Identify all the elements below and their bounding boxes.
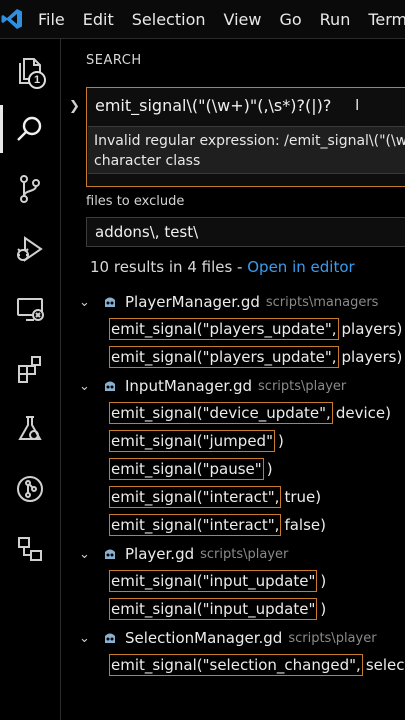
match-context: ) (320, 572, 327, 590)
match-highlight: emit_signal("device_update", (109, 402, 333, 424)
search-sidebar: SEARCH ❯ emit_signal\("(\w+)"(,\s*)?(|)?… (61, 39, 405, 720)
regex-error-tooltip: Invalid regular expression: /emit_signal… (88, 126, 405, 174)
match-context: ) (320, 600, 327, 618)
menu-file[interactable]: File (24, 10, 74, 29)
menu-edit[interactable]: Edit (74, 10, 123, 29)
match-context: ) (266, 460, 273, 478)
gdscript-file-icon (103, 378, 117, 394)
toggle-replace-chevron-icon[interactable]: ❯ (69, 99, 80, 114)
result-file-row[interactable]: ⌄ InputManager.gd scripts\player (61, 373, 346, 399)
match-highlight: emit_signal("selection_changed", (109, 654, 363, 676)
result-match-line[interactable]: emit_signal("interact", false) (109, 513, 326, 537)
sidebar-title: SEARCH (86, 53, 142, 68)
result-file-name[interactable]: InputManager.gd (125, 377, 252, 395)
run-debug-icon[interactable] (0, 219, 60, 279)
gdscript-file-icon (103, 546, 117, 562)
result-file-row[interactable]: ⌄ SelectionManager.gd scripts\player (61, 625, 377, 651)
gdscript-file-icon (103, 294, 117, 310)
result-file-name[interactable]: SelectionManager.gd (125, 629, 282, 647)
result-file-row[interactable]: ⌄ PlayerManager.gd scripts\managers (61, 289, 378, 315)
remote-explorer-icon[interactable] (0, 279, 60, 339)
files-to-exclude-label: files to exclude (86, 194, 185, 209)
vscode-logo-icon[interactable] (0, 0, 24, 38)
godot-scene-icon[interactable] (0, 519, 60, 579)
files-to-exclude-input[interactable]: addons\, test\ (86, 217, 405, 247)
result-file-path: scripts\player (200, 546, 289, 562)
chevron-down-icon[interactable]: ⌄ (79, 547, 93, 562)
result-file-path: scripts\managers (265, 294, 379, 310)
gdscript-file-icon (103, 630, 117, 646)
match-context: device) (335, 404, 391, 422)
search-input[interactable]: emit_signal\("(\w+)"(,\s*)?(|)? I Invali… (86, 87, 405, 187)
open-in-editor-link[interactable]: Open in editor (247, 258, 354, 276)
match-highlight: emit_signal("input_update" (109, 598, 318, 620)
explorer-badge: 1 (28, 71, 46, 89)
result-file-name[interactable]: Player.gd (125, 545, 194, 563)
source-control-icon[interactable] (0, 159, 60, 219)
result-match-line[interactable]: emit_signal("device_update", device) (109, 401, 391, 425)
result-match-line[interactable]: emit_signal("input_update") (109, 597, 326, 621)
match-highlight: emit_signal("interact", (109, 514, 282, 536)
menu-run[interactable]: Run (311, 10, 360, 29)
match-highlight: emit_signal("interact", (109, 486, 282, 508)
files-icon[interactable]: 1 (0, 41, 60, 101)
match-context: true) (284, 488, 322, 506)
result-file-row[interactable]: ⌄ Player.gd scripts\player (61, 541, 288, 567)
activity-bar: 1 (0, 39, 61, 720)
match-highlight: emit_signal("players_update", (109, 346, 339, 368)
result-file-path: scripts\player (288, 630, 377, 646)
match-highlight: emit_signal("pause" (109, 458, 264, 480)
menu-selection[interactable]: Selection (123, 10, 215, 29)
result-match-line[interactable]: emit_signal("input_update") (109, 569, 326, 593)
chevron-down-icon[interactable]: ⌄ (79, 295, 93, 310)
result-match-line[interactable]: emit_signal("jumped") (109, 429, 284, 453)
regex-error-line1: Invalid regular expression: /emit_signal… (94, 133, 405, 149)
menu-bar: File Edit Selection View Go Run Term (0, 0, 405, 38)
result-match-line[interactable]: emit_signal("selection_changed",selectin (109, 653, 405, 677)
files-to-exclude-value[interactable]: addons\, test\ (95, 223, 198, 241)
search-query-text[interactable]: emit_signal\("(\w+)"(,\s*)?(|)? (95, 96, 331, 115)
match-highlight: emit_signal("players_update", (109, 318, 339, 340)
menu-terminal[interactable]: Term (359, 10, 405, 29)
text-cursor-icon: I (355, 96, 360, 114)
search-icon[interactable] (0, 99, 60, 159)
menu-go[interactable]: Go (270, 10, 310, 29)
result-file-path: scripts\player (258, 378, 347, 394)
match-context: players) (341, 320, 403, 338)
match-context: selectin (365, 656, 405, 674)
testing-icon[interactable] (0, 399, 60, 459)
match-context: players) (341, 348, 403, 366)
chevron-down-icon[interactable]: ⌄ (79, 379, 93, 394)
result-file-name[interactable]: PlayerManager.gd (125, 293, 260, 311)
results-summary: 10 results in 4 files - Open in editor (90, 258, 355, 276)
match-context: false) (284, 516, 326, 534)
result-match-line[interactable]: emit_signal("pause") (109, 457, 273, 481)
extensions-icon[interactable] (0, 339, 60, 399)
result-match-line[interactable]: emit_signal("interact", true) (109, 485, 321, 509)
git-graph-icon[interactable] (0, 459, 60, 519)
result-match-line[interactable]: emit_signal("players_update", players) (109, 345, 402, 369)
match-context: ) (277, 432, 284, 450)
regex-error-line2: character class (94, 153, 201, 169)
menu-view[interactable]: View (215, 10, 271, 29)
match-highlight: emit_signal("jumped" (109, 430, 275, 452)
results-count: 10 results in 4 files - (90, 258, 248, 276)
match-highlight: emit_signal("input_update" (109, 570, 318, 592)
result-match-line[interactable]: emit_signal("players_update", players) (109, 317, 402, 341)
chevron-down-icon[interactable]: ⌄ (79, 631, 93, 646)
